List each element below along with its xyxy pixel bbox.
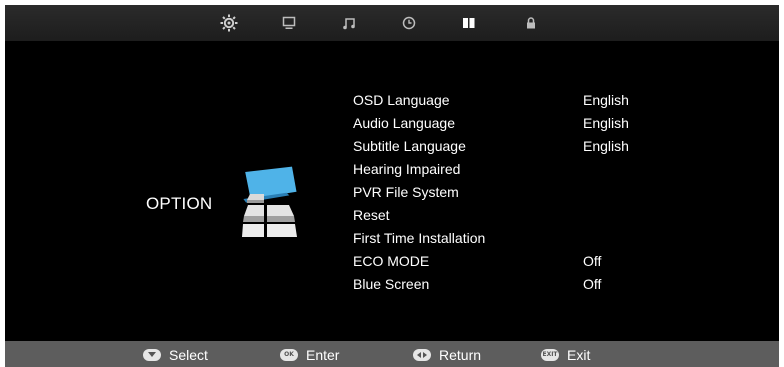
menu-item-label: PVR File System [353,184,459,200]
lock-icon[interactable] [520,13,542,33]
menu-item-subtitle-language[interactable]: Subtitle Language English [353,135,653,158]
hint-return: Return [413,346,481,363]
top-tab-bar [5,5,779,41]
menu-item-label: OSD Language [353,92,450,108]
clock-icon[interactable] [398,13,420,33]
menu-item-label: Subtitle Language [353,138,466,154]
option-menu-list: OSD Language English Audio Language Engl… [353,89,653,296]
hint-select: Select [143,346,208,363]
menu-item-osd-language[interactable]: OSD Language English [353,89,653,112]
left-right-key-icon [413,348,431,361]
music-note-icon[interactable] [338,13,360,33]
hint-enter: OK Enter [280,346,339,363]
menu-item-label: ECO MODE [353,253,430,269]
exit-key-icon: EXIT [541,348,559,361]
hint-return-label: Return [439,346,482,363]
monitor-icon[interactable] [278,13,300,33]
menu-item-value: English [583,92,629,108]
option-pages-icon[interactable] [458,13,480,33]
picture-settings-icon[interactable] [218,13,240,33]
menu-item-eco-mode[interactable]: ECO MODE Off [353,250,653,273]
ok-key-icon: OK [280,348,298,361]
menu-item-value: English [583,138,629,154]
hint-enter-label: Enter [306,346,340,363]
menu-item-label: Audio Language [353,115,455,131]
exit-key-text: EXIT [542,351,558,358]
option-blocks-icon [239,163,299,246]
ok-key-text: OK [284,351,294,358]
down-arrow-key-icon [143,348,161,361]
menu-item-label: Blue Screen [353,276,430,292]
menu-item-blue-screen[interactable]: Blue Screen Off [353,273,653,296]
menu-item-hearing-impaired[interactable]: Hearing Impaired [353,158,653,181]
menu-item-first-time-installation[interactable]: First Time Installation [353,227,653,250]
hint-exit: EXIT Exit [541,346,590,363]
menu-item-value: Off [583,253,602,269]
menu-item-pvr-file-system[interactable]: PVR File System [353,181,653,204]
hint-exit-label: Exit [567,346,591,363]
menu-item-value: English [583,115,629,131]
section-title: OPTION [146,194,213,213]
tv-menu-screen: OPTION OSD Language English Audio Langua… [5,5,779,367]
footer-hint-bar: Select OK Enter Return EXIT Exit [5,341,779,367]
hint-select-label: Select [169,346,208,363]
menu-item-label: First Time Installation [353,230,486,246]
menu-item-label: Hearing Impaired [353,161,461,177]
menu-item-audio-language[interactable]: Audio Language English [353,112,653,135]
menu-item-label: Reset [353,207,390,223]
menu-item-value: Off [583,276,602,292]
menu-item-reset[interactable]: Reset [353,204,653,227]
